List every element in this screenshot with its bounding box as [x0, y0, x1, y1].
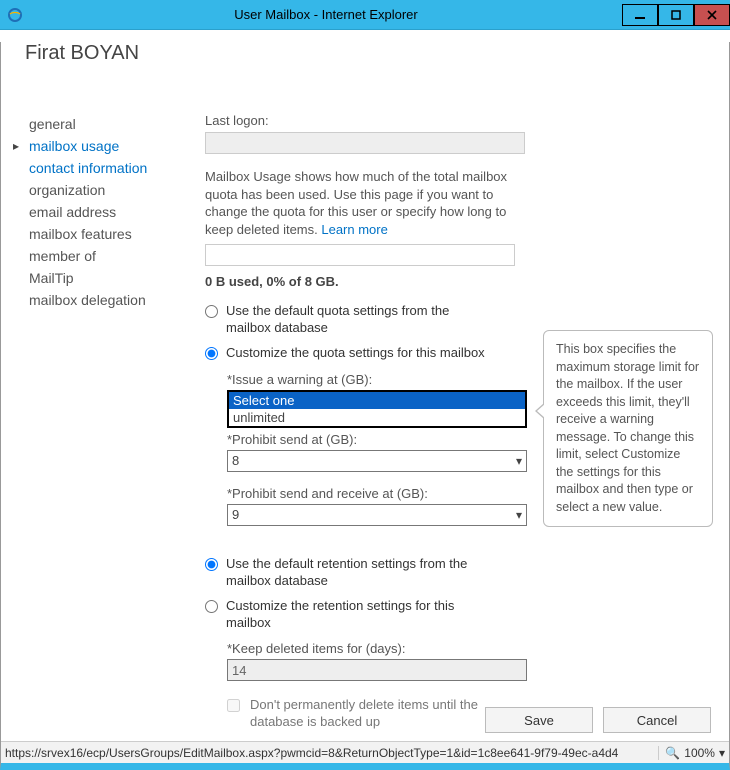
quota-default-label: Use the default quota settings from the … [226, 303, 496, 337]
quota-custom-label: Customize the quota settings for this ma… [226, 345, 496, 362]
page-title: Firat BOYAN [25, 42, 729, 65]
warning-dropdown[interactable]: Select one unlimited [227, 390, 527, 428]
retention-custom-label: Customize the retention settings for thi… [226, 598, 496, 632]
maximize-button[interactable] [658, 4, 694, 26]
sidebar-item-mailbox-delegation[interactable]: mailbox delegation [25, 289, 205, 311]
quota-custom-radio[interactable] [205, 347, 218, 360]
close-button[interactable] [694, 4, 730, 26]
warning-dropdown-option-unlimited[interactable]: unlimited [229, 409, 525, 426]
save-button[interactable]: Save [485, 707, 593, 733]
sidebar: general mailbox usage contact informatio… [25, 113, 205, 731]
usage-bar [205, 244, 515, 266]
keep-deleted-label: *Keep deleted items for (days): [227, 641, 709, 656]
no-perm-delete-checkbox [227, 699, 240, 712]
window-title: User Mailbox - Internet Explorer [30, 7, 622, 22]
titlebar: User Mailbox - Internet Explorer [0, 0, 730, 30]
zoom-value: 100% [684, 746, 715, 760]
sidebar-item-email-address[interactable]: email address [25, 201, 205, 223]
zoom-control[interactable]: 🔍 100% ▾ [658, 746, 725, 760]
sidebar-item-contact-information[interactable]: contact information [25, 157, 205, 179]
usage-summary: 0 B used, 0% of 8 GB. [205, 274, 709, 289]
warning-dropdown-placeholder[interactable]: Select one [229, 392, 525, 409]
sidebar-item-organization[interactable]: organization [25, 179, 205, 201]
retention-custom-radio[interactable] [205, 600, 218, 613]
keep-deleted-select: 14 [227, 659, 527, 681]
no-perm-delete-label: Don't permanently delete items until the… [250, 697, 510, 731]
chevron-down-icon: ▾ [719, 746, 725, 760]
chevron-down-icon: ▾ [516, 454, 522, 468]
help-tooltip: This box specifies the maximum storage l… [543, 330, 713, 527]
magnifier-icon: 🔍 [665, 746, 680, 760]
chevron-down-icon: ▾ [516, 508, 522, 522]
status-url: https://srvex16/ecp/UsersGroups/EditMail… [5, 746, 658, 760]
cancel-button[interactable]: Cancel [603, 707, 711, 733]
ie-icon [0, 7, 30, 23]
prohibit-send-select[interactable]: 8 ▾ [227, 450, 527, 472]
usage-description: Mailbox Usage shows how much of the tota… [205, 168, 525, 238]
minimize-button[interactable] [622, 4, 658, 26]
retention-default-label: Use the default retention settings from … [226, 556, 496, 590]
last-logon-value [205, 132, 525, 154]
sidebar-item-general[interactable]: general [25, 113, 205, 135]
keep-deleted-value: 14 [232, 663, 246, 678]
prohibit-sr-select[interactable]: 9 ▾ [227, 504, 527, 526]
sidebar-item-member-of[interactable]: member of [25, 245, 205, 267]
sidebar-item-mailbox-usage[interactable]: mailbox usage [25, 135, 205, 157]
prohibit-send-value: 8 [232, 453, 239, 468]
quota-default-radio[interactable] [205, 305, 218, 318]
retention-default-radio[interactable] [205, 558, 218, 571]
learn-more-link[interactable]: Learn more [321, 222, 387, 237]
sidebar-item-mailbox-features[interactable]: mailbox features [25, 223, 205, 245]
prohibit-sr-value: 9 [232, 507, 239, 522]
status-bar: https://srvex16/ecp/UsersGroups/EditMail… [1, 741, 729, 763]
sidebar-item-mailtip[interactable]: MailTip [25, 267, 205, 289]
last-logon-label: Last logon: [205, 113, 709, 128]
